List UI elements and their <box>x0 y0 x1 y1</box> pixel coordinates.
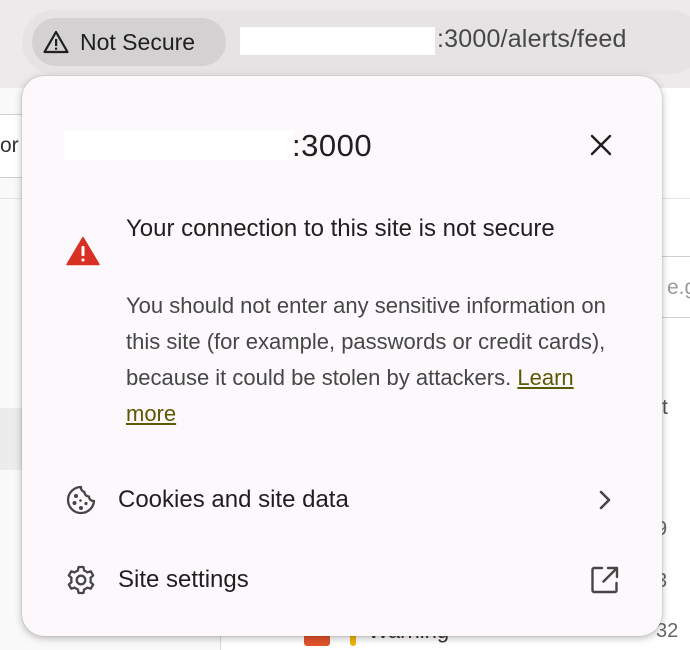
warning-triangle-outline-icon <box>42 28 70 56</box>
cookies-and-site-data-row[interactable]: Cookies and site data <box>22 468 662 532</box>
close-icon <box>590 134 612 156</box>
security-warning-title: Your connection to this site is not secu… <box>126 215 555 242</box>
cookie-icon <box>64 483 98 517</box>
close-button[interactable] <box>584 128 618 162</box>
background-filter-text: or <box>0 134 19 157</box>
site-settings-row-label: Site settings <box>118 566 249 593</box>
url-path-text[interactable]: :3000/alerts/feed <box>437 25 627 54</box>
site-info-popup: :3000 Your connection to this site is no… <box>22 76 662 636</box>
site-settings-row[interactable]: Site settings <box>22 548 662 612</box>
open-in-new-icon <box>588 563 622 597</box>
popup-host-redacted <box>64 130 294 160</box>
warning-triangle-red-icon <box>66 236 100 266</box>
background-column-label: t <box>662 396 668 419</box>
gear-icon <box>64 563 98 597</box>
security-warning-body: You should not enter any sensitive infor… <box>126 288 616 432</box>
chevron-right-icon <box>588 483 622 517</box>
popup-site-title: :3000 <box>292 128 373 163</box>
security-chip-label: Not Secure <box>80 28 196 55</box>
security-chip-button[interactable]: Not Secure <box>32 18 226 66</box>
background-input-placeholder: e.g <box>667 276 690 299</box>
cookies-row-label: Cookies and site data <box>118 486 349 513</box>
url-host-redacted <box>240 27 435 55</box>
